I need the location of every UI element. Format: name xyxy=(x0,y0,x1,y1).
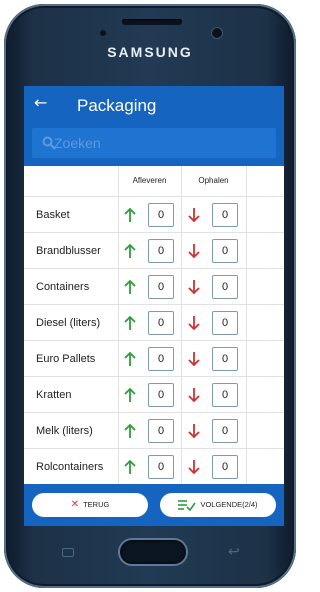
app-header: ← Packaging xyxy=(24,86,284,166)
arrow-up-icon[interactable] xyxy=(123,315,137,331)
arrow-up-icon[interactable] xyxy=(123,387,137,403)
arrow-up-icon[interactable] xyxy=(123,279,137,295)
deliver-quantity-input[interactable]: 0 xyxy=(148,203,174,227)
earpiece xyxy=(122,19,182,25)
row-label: Basket xyxy=(36,209,70,221)
deliver-quantity-input[interactable]: 0 xyxy=(148,347,174,371)
recent-apps-key[interactable] xyxy=(62,548,74,557)
table-row: Basket 0 0 xyxy=(24,196,284,232)
row-label: Brandblusser xyxy=(36,245,101,257)
column-header-afleveren: Afleveren xyxy=(132,176,167,185)
search-bar xyxy=(32,128,276,158)
pickup-quantity-input[interactable]: 0 xyxy=(212,203,238,227)
proximity-sensor xyxy=(100,30,106,36)
footer-bar: ✕ TERUG VOLGENDE(2/4) xyxy=(24,484,284,526)
deliver-quantity-input[interactable]: 0 xyxy=(148,383,174,407)
arrow-down-icon[interactable] xyxy=(187,207,201,223)
pickup-quantity-input[interactable]: 0 xyxy=(212,347,238,371)
arrow-down-icon[interactable] xyxy=(187,243,201,259)
back-button[interactable]: ✕ TERUG xyxy=(32,493,148,517)
table-row: Rolcontainers 0 0 xyxy=(24,448,284,484)
next-button-label: VOLGENDE(2/4) xyxy=(200,500,258,509)
row-label: Kratten xyxy=(36,389,72,401)
table-row: Kratten 0 0 xyxy=(24,376,284,412)
x-icon: ✕ xyxy=(70,499,80,510)
table-row: Melk (liters) 0 0 xyxy=(24,412,284,448)
arrow-up-icon[interactable] xyxy=(123,459,137,475)
deliver-quantity-input[interactable]: 0 xyxy=(148,311,174,335)
app-screen: ← Packaging Afleveren Ophalen Basket00Br… xyxy=(24,86,284,526)
arrow-up-icon[interactable] xyxy=(123,243,137,259)
arrow-down-icon[interactable] xyxy=(187,387,201,403)
arrow-left-icon[interactable]: ← xyxy=(34,95,47,111)
arrow-down-icon[interactable] xyxy=(187,315,201,331)
pickup-quantity-input[interactable]: 0 xyxy=(212,239,238,263)
deliver-quantity-input[interactable]: 0 xyxy=(148,455,174,479)
table-row: Containers 0 0 xyxy=(24,268,284,304)
page-title: Packaging xyxy=(77,96,157,115)
pickup-quantity-input[interactable]: 0 xyxy=(212,383,238,407)
pickup-quantity-input[interactable]: 0 xyxy=(212,311,238,335)
row-label: Rolcontainers xyxy=(36,461,104,473)
row-label: Containers xyxy=(36,281,90,293)
arrow-up-icon[interactable] xyxy=(123,423,137,439)
pickup-quantity-input[interactable]: 0 xyxy=(212,275,238,299)
column-header-ophalen: Ophalen xyxy=(198,176,229,185)
arrow-down-icon[interactable] xyxy=(187,351,201,367)
back-key-icon[interactable]: ↩ xyxy=(228,544,240,560)
deliver-quantity-input[interactable]: 0 xyxy=(148,275,174,299)
row-label: Melk (liters) xyxy=(36,425,93,437)
table-row: Diesel (liters) 0 0 xyxy=(24,304,284,340)
arrow-up-icon[interactable] xyxy=(123,351,137,367)
arrow-up-icon[interactable] xyxy=(123,207,137,223)
deliver-quantity-input[interactable]: 0 xyxy=(148,239,174,263)
phone-frame: SAMSUNG ← Packaging Afleveren Ophalen Ba… xyxy=(4,4,296,588)
arrow-down-icon[interactable] xyxy=(187,423,201,439)
back-button-label: TERUG xyxy=(83,500,110,509)
arrow-down-icon[interactable] xyxy=(187,279,201,295)
row-label: Euro Pallets xyxy=(36,353,96,365)
deliver-quantity-input[interactable]: 0 xyxy=(148,419,174,443)
home-button[interactable] xyxy=(120,540,186,564)
next-button[interactable]: VOLGENDE(2/4) xyxy=(160,493,276,517)
arrow-down-icon[interactable] xyxy=(187,459,201,475)
device-brand: SAMSUNG xyxy=(107,44,193,60)
front-camera xyxy=(212,28,222,38)
pickup-quantity-input[interactable]: 0 xyxy=(212,419,238,443)
search-input[interactable] xyxy=(54,128,272,158)
pickup-quantity-input[interactable]: 0 xyxy=(212,455,238,479)
table-row: Euro Pallets 0 0 xyxy=(24,340,284,376)
table-row: Brandblusser 0 0 xyxy=(24,232,284,268)
checklist-icon xyxy=(178,500,197,512)
row-label: Diesel (liters) xyxy=(36,317,101,329)
